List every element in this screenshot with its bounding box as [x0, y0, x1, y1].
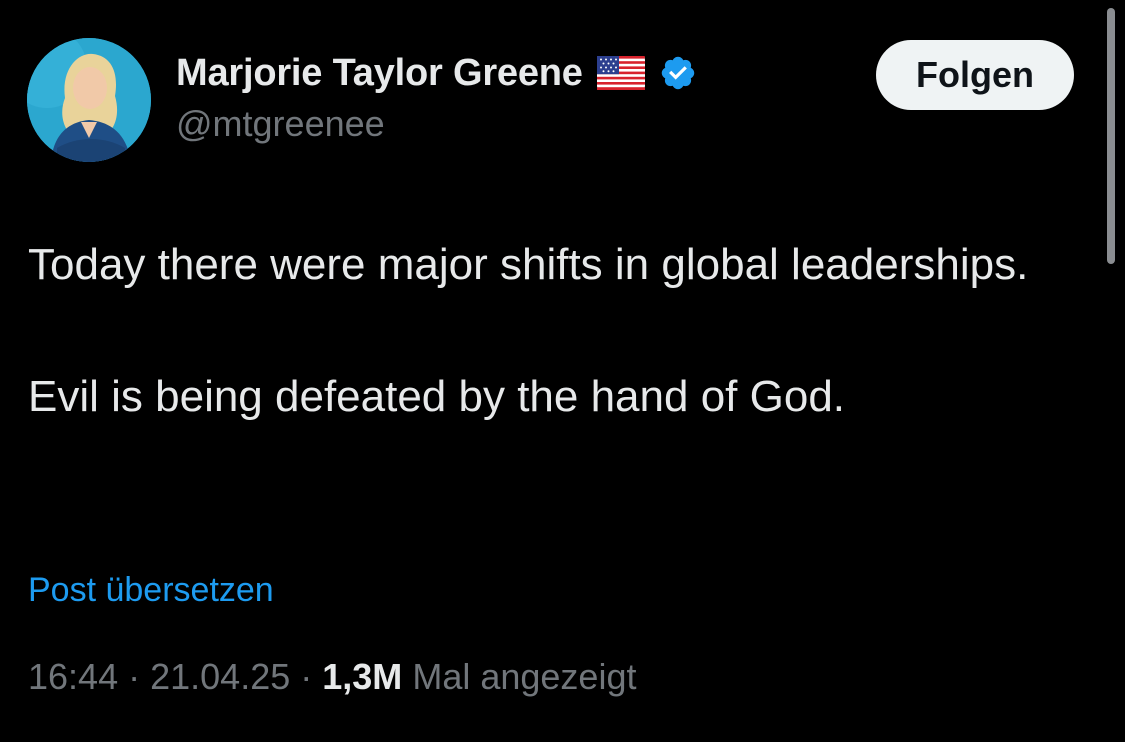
author-name-row: Marjorie Taylor Greene — [176, 50, 697, 96]
tweet-time[interactable]: 16:44 — [28, 656, 118, 697]
tweet-meta: 16:44 · 21.04.25 · 1,3M Mal angezeigt — [28, 656, 636, 698]
views-label: Mal angezeigt — [412, 656, 637, 697]
tweet-text: Today there were major shifts in global … — [28, 232, 1068, 430]
verified-badge-icon[interactable] — [659, 54, 697, 92]
views-count[interactable]: 1,3M — [322, 656, 402, 697]
avatar[interactable] — [27, 38, 151, 162]
avatar-image — [27, 38, 151, 162]
author-display-name[interactable]: Marjorie Taylor Greene — [176, 52, 583, 95]
meta-separator: · — [128, 656, 151, 697]
follow-button[interactable]: Folgen — [876, 40, 1074, 110]
scrollbar[interactable] — [1107, 8, 1115, 264]
us-flag-icon — [596, 56, 645, 90]
tweet-paragraph: Today there were major shifts in global … — [28, 240, 1029, 289]
tweet-date[interactable]: 21.04.25 — [150, 656, 290, 697]
tweet-card: Marjorie Taylor Greene @mtgreenee Folgen… — [0, 0, 1125, 742]
author-handle[interactable]: @mtgreenee — [176, 103, 385, 145]
tweet-paragraph: Evil is being defeated by the hand of Go… — [28, 372, 846, 421]
translate-post-link[interactable]: Post übersetzen — [28, 571, 274, 610]
meta-separator: · — [300, 656, 323, 697]
